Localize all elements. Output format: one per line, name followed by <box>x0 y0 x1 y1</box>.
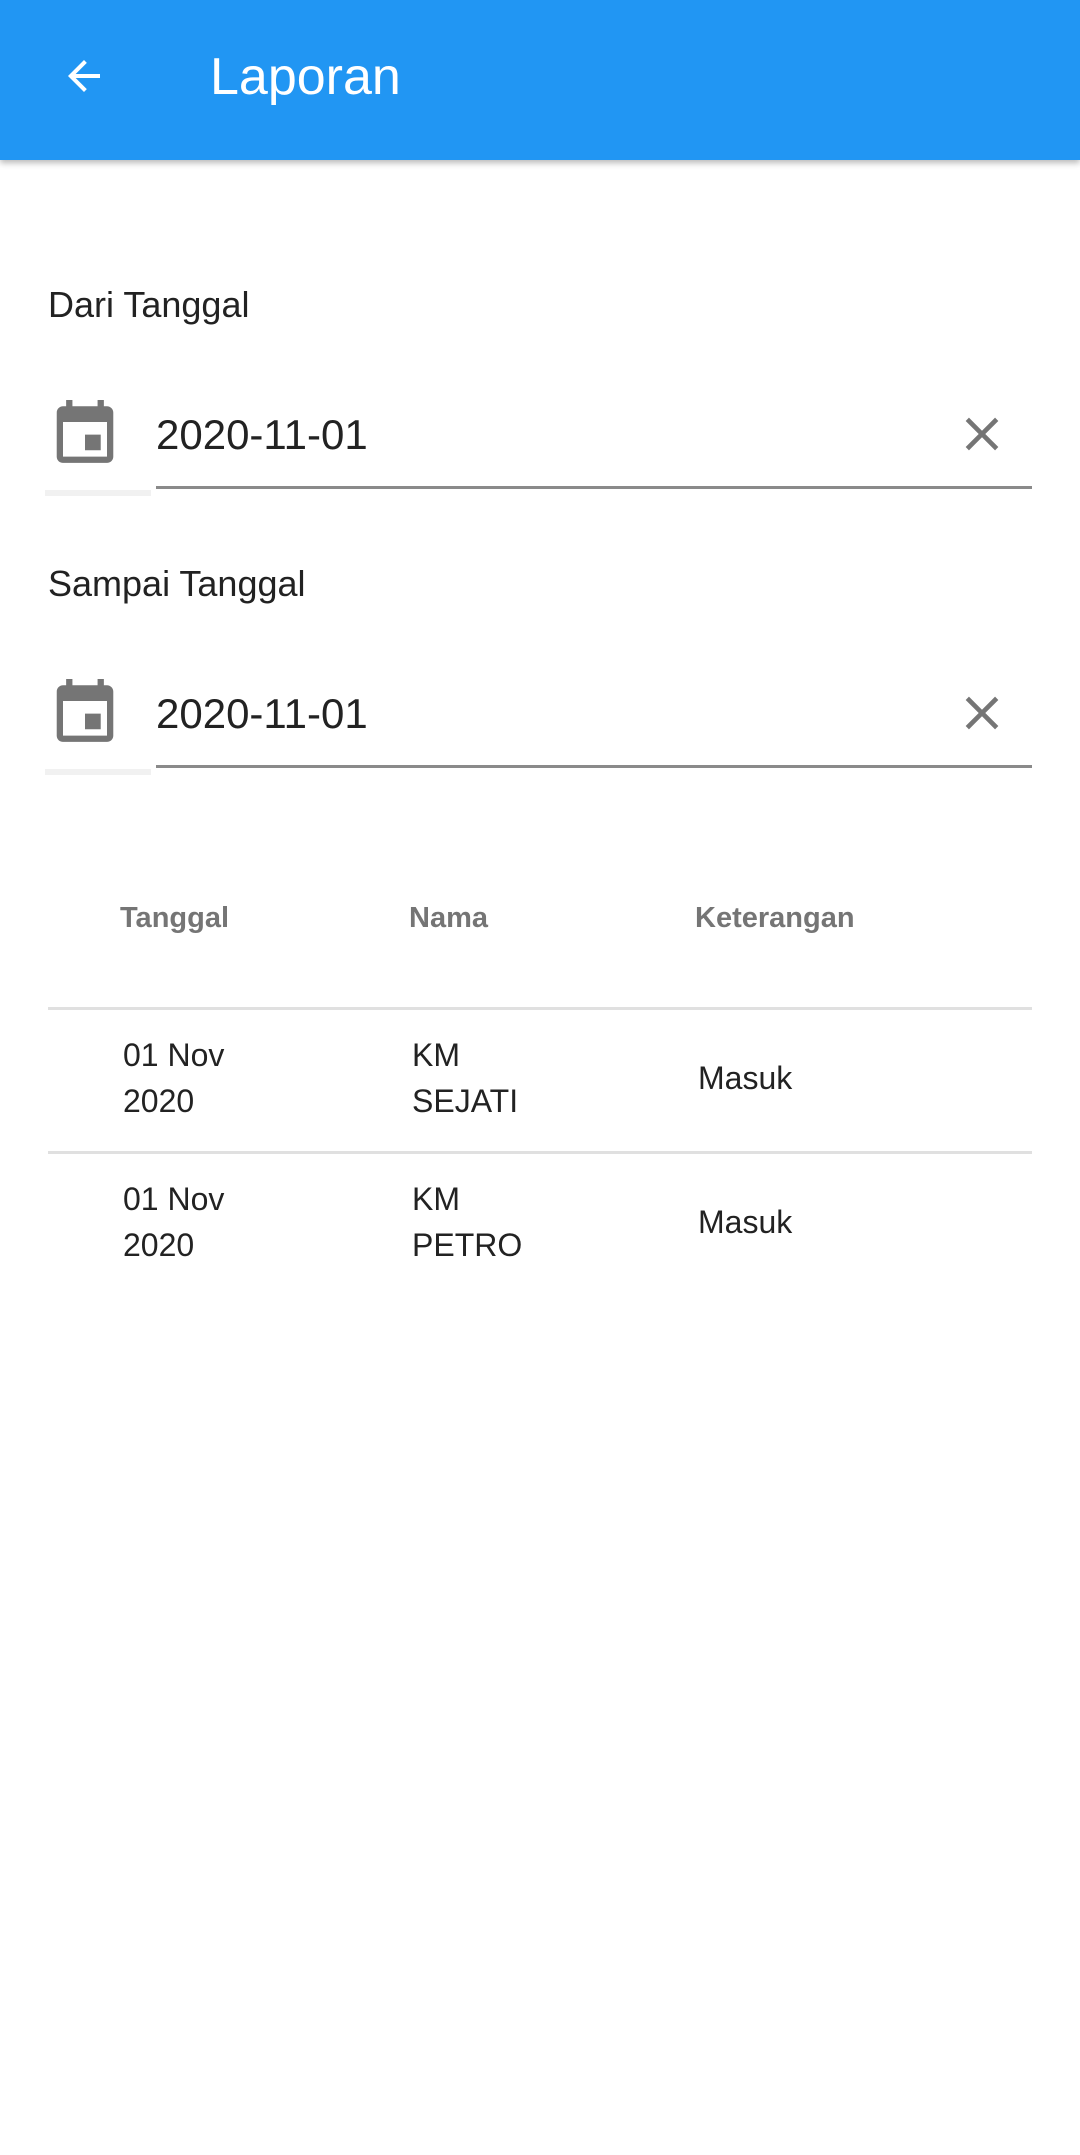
close-icon <box>965 417 999 451</box>
cell-nama: KM SEJATI <box>412 1037 519 1119</box>
app-bar: Laporan <box>0 0 1080 160</box>
icon-underline <box>45 769 151 775</box>
from-date-label: Dari Tanggal <box>48 284 250 325</box>
to-date-label: Sampai Tanggal <box>48 563 306 604</box>
from-date-input[interactable]: 2020-11-01 <box>156 382 1032 489</box>
calendar-icon[interactable] <box>53 400 117 466</box>
page-title: Laporan <box>210 48 401 106</box>
to-date-clear-button[interactable] <box>952 683 1012 743</box>
cell-tanggal: 01 Nov 2020 <box>123 1037 225 1119</box>
column-header-tanggal[interactable]: Tanggal <box>120 900 229 936</box>
from-date-clear-button[interactable] <box>952 404 1012 464</box>
cell-tanggal: 01 Nov 2020 <box>123 1181 225 1263</box>
to-date-input[interactable]: 2020-11-01 <box>156 661 1032 768</box>
from-date-value: 2020-11-01 <box>156 411 368 458</box>
report-table: Tanggal Nama Keterangan 01 Nov 2020 KM S… <box>48 860 1032 1295</box>
icon-underline <box>45 490 151 496</box>
table-row[interactable]: 01 Nov 2020 KM PETRO Masuk <box>48 1154 1032 1295</box>
table-row[interactable]: 01 Nov 2020 KM SEJATI Masuk <box>48 1010 1032 1154</box>
back-button[interactable] <box>44 36 124 116</box>
to-date-field[interactable]: 2020-11-01 <box>45 661 1032 775</box>
column-header-keterangan[interactable]: Keterangan <box>695 900 855 936</box>
cell-keterangan: Masuk <box>698 1060 793 1096</box>
cell-keterangan: Masuk <box>698 1204 793 1240</box>
close-icon <box>965 696 999 730</box>
table-header: Tanggal Nama Keterangan <box>48 860 1032 1010</box>
from-date-field[interactable]: 2020-11-01 <box>45 382 1032 496</box>
column-header-nama[interactable]: Nama <box>409 900 488 936</box>
calendar-icon[interactable] <box>53 679 117 745</box>
cell-nama: KM PETRO <box>412 1181 523 1263</box>
to-date-value: 2020-11-01 <box>156 690 368 737</box>
arrow-back-icon <box>68 60 100 92</box>
